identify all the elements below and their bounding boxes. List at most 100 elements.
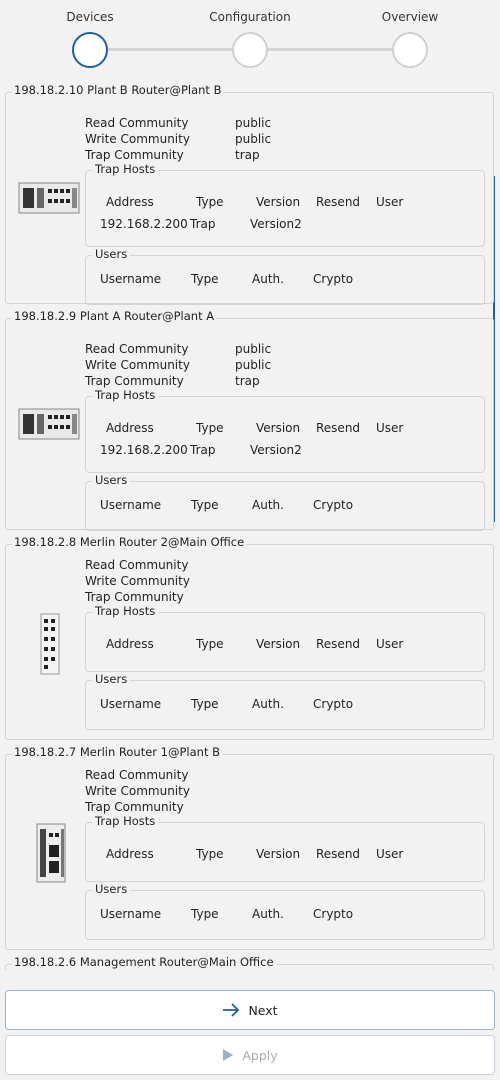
col-type: Type [196, 195, 224, 209]
trap-community-label: Trap Community [85, 590, 184, 604]
device-image [36, 823, 66, 887]
table-row[interactable]: 192.168.2.200 Trap Version2 [86, 217, 484, 233]
trap-hosts-group: Trap Hosts Address Type Version Resend U… [85, 388, 485, 473]
col-user: User [376, 421, 404, 435]
community-settings: Read Community Write Community Trap Comm… [85, 767, 235, 815]
apply-button-label: Apply [242, 1047, 278, 1063]
device-title: 198.18.2.6 Management Router@Main Office [12, 955, 276, 969]
read-community-value: public [235, 116, 272, 130]
col-user: User [376, 847, 404, 861]
trap-community-label: Trap Community [85, 800, 184, 814]
read-community-label: Read Community [85, 558, 189, 572]
step-label-overview: Overview [381, 10, 439, 24]
community-settings: Read Community public Write Community publ… [85, 341, 271, 389]
col-type: Type [196, 421, 224, 435]
col-address: Address [106, 847, 154, 861]
col-address: Address [106, 195, 154, 209]
users-header: Username Type Auth. Crypto [86, 697, 484, 713]
col-crypto: Crypto [313, 272, 354, 286]
col-user-type: Type [191, 697, 219, 711]
write-community-label: Write Community [85, 784, 190, 798]
apply-button[interactable]: Apply [5, 1035, 495, 1075]
col-resend: Resend [316, 195, 361, 209]
device-card: 198.18.2.6 Management Router@Main Office [5, 955, 494, 970]
device-title: 198.18.2.9 Plant A Router@Plant A [12, 309, 217, 323]
step-overview[interactable] [392, 32, 428, 68]
col-crypto: Crypto [313, 498, 354, 512]
trap-host-type: Trap [190, 217, 216, 231]
trap-hosts-group: Trap Hosts Address Type Version Resend U… [85, 604, 485, 672]
device-card: 198.18.2.9 Plant A Router@Plant A Read C… [5, 309, 494, 531]
col-user: User [376, 637, 404, 651]
users-header: Username Type Auth. Crypto [86, 907, 484, 923]
read-community-label: Read Community [85, 116, 189, 130]
next-button[interactable]: Next [5, 990, 495, 1030]
col-address: Address [106, 421, 154, 435]
write-community-label: Write Community [85, 358, 190, 372]
col-version: Version [256, 195, 301, 209]
trap-host-type: Trap [190, 443, 216, 457]
col-resend: Resend [316, 421, 361, 435]
next-button-label: Next [248, 1002, 278, 1018]
col-version: Version [256, 847, 301, 861]
stepper-connector [106, 48, 236, 51]
col-username: Username [100, 697, 162, 711]
trap-host-version: Version2 [250, 217, 302, 231]
col-address: Address [106, 637, 154, 651]
col-auth: Auth. [252, 498, 284, 512]
device-title: 198.18.2.8 Merlin Router 2@Main Office [12, 535, 247, 549]
trap-host-address: 192.168.2.200 [100, 217, 188, 231]
wizard-stepper: Devices Configuration Overview [0, 0, 500, 80]
step-configuration[interactable] [232, 32, 268, 68]
col-username: Username [100, 907, 162, 921]
community-settings: Read Community Write Community Trap Comm… [85, 557, 235, 605]
col-type: Type [196, 637, 224, 651]
write-community-label: Write Community [85, 574, 190, 588]
trap-community-value: trap [235, 148, 260, 162]
trap-hosts-title: Trap Hosts [92, 162, 159, 176]
device-card: 198.18.2.8 Merlin Router 2@Main Office R… [5, 535, 494, 740]
stepper-connector [266, 48, 394, 51]
device-image [40, 613, 60, 679]
play-icon [222, 1048, 234, 1062]
trap-hosts-header: Address Type Version Resend User [86, 421, 484, 437]
device-card: 198.18.2.10 Plant B Router@Plant B Read … [5, 83, 494, 305]
trap-community-label: Trap Community [85, 374, 184, 388]
table-row[interactable]: 192.168.2.200 Trap Version2 [86, 443, 484, 459]
trap-hosts-header: Address Type Version Resend User [86, 195, 484, 211]
col-username: Username [100, 498, 162, 512]
col-user: User [376, 195, 404, 209]
col-username: Username [100, 272, 162, 286]
trap-hosts-title: Trap Hosts [92, 814, 159, 828]
trap-community-value: trap [235, 374, 260, 388]
device-card: 198.18.2.7 Merlin Router 1@Plant B Read … [5, 745, 494, 950]
col-user-type: Type [191, 498, 219, 512]
read-community-label: Read Community [85, 768, 189, 782]
trap-hosts-title: Trap Hosts [92, 388, 159, 402]
step-devices[interactable] [72, 32, 108, 68]
users-title: Users [92, 882, 131, 896]
device-image [18, 179, 80, 221]
step-label-configuration: Configuration [209, 10, 291, 24]
write-community-value: public [235, 358, 272, 372]
trap-hosts-group: Trap Hosts Address Type Version Resend U… [85, 814, 485, 882]
device-title: 198.18.2.7 Merlin Router 1@Plant B [12, 745, 223, 759]
step-label-devices: Devices [66, 10, 114, 24]
users-header: Username Type Auth. Crypto [86, 498, 484, 514]
col-version: Version [256, 637, 301, 651]
trap-host-version: Version2 [250, 443, 302, 457]
users-title: Users [92, 672, 131, 686]
col-user-type: Type [191, 907, 219, 921]
col-version: Version [256, 421, 301, 435]
device-list[interactable]: 198.18.2.10 Plant B Router@Plant B Read … [5, 82, 495, 970]
users-group: Users Username Type Auth. Crypto [85, 672, 485, 730]
col-resend: Resend [316, 637, 361, 651]
trap-community-label: Trap Community [85, 148, 184, 162]
col-auth: Auth. [252, 272, 284, 286]
col-crypto: Crypto [313, 907, 354, 921]
col-resend: Resend [316, 847, 361, 861]
trap-hosts-group: Trap Hosts Address Type Version Resend U… [85, 162, 485, 247]
users-group: Users Username Type Auth. Crypto [85, 882, 485, 940]
write-community-value: public [235, 132, 272, 146]
col-type: Type [196, 847, 224, 861]
